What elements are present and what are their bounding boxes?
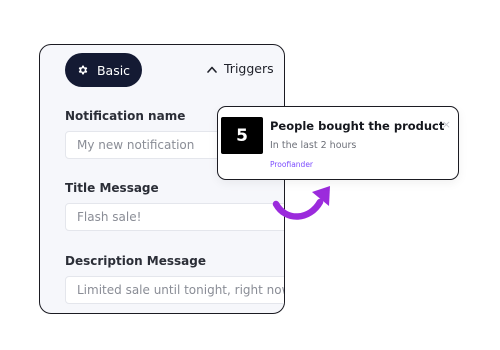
notification-subtitle: In the last 2 hours bbox=[270, 140, 357, 151]
gear-icon bbox=[77, 64, 89, 76]
brand-label: Proofiander bbox=[270, 160, 314, 169]
tab-triggers[interactable]: Triggers bbox=[207, 61, 274, 76]
tab-triggers-label: Triggers bbox=[224, 61, 274, 76]
description-message-label: Description Message bbox=[65, 254, 206, 268]
description-message-input[interactable] bbox=[65, 276, 284, 304]
tab-basic-label: Basic bbox=[96, 62, 131, 78]
notification-preview: 5 People bought the product In the last … bbox=[217, 106, 459, 180]
close-icon[interactable]: × bbox=[442, 119, 451, 130]
tab-basic[interactable]: Basic bbox=[65, 53, 142, 87]
notification-title: People bought the product bbox=[270, 119, 445, 133]
curved-arrow-icon bbox=[272, 186, 330, 220]
notification-name-label: Notification name bbox=[65, 109, 186, 123]
stage: Basic Triggers Notification name Title M… bbox=[0, 0, 500, 350]
title-message-label: Title Message bbox=[65, 181, 159, 195]
chevron-up-icon bbox=[207, 61, 217, 76]
count-badge: 5 bbox=[221, 117, 263, 154]
title-message-input[interactable] bbox=[65, 203, 284, 231]
